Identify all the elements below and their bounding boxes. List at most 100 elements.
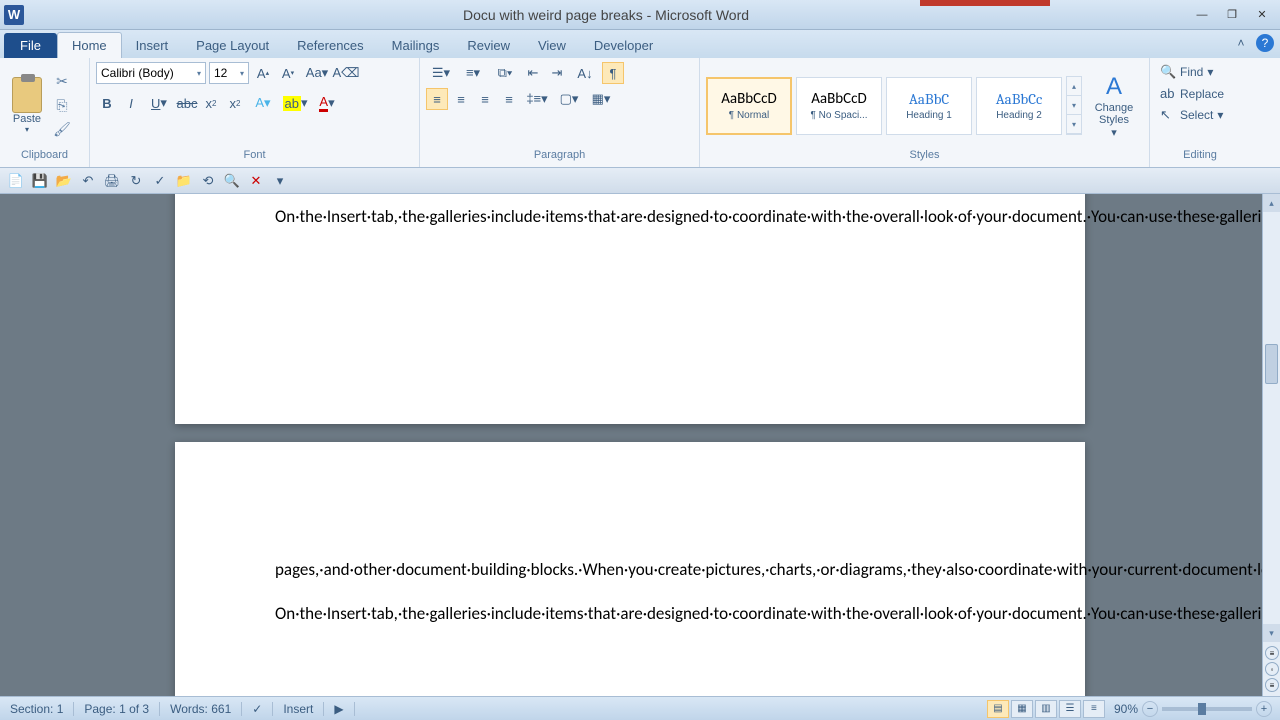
font-color-button[interactable]: A▾ <box>312 92 342 114</box>
word-count-status[interactable]: Words: 661 <box>160 702 242 716</box>
undo-button[interactable]: ↶ <box>78 171 98 191</box>
justify-button[interactable]: ≡ <box>498 88 520 110</box>
shrink-font-button[interactable]: A▾ <box>277 62 299 84</box>
align-left-button[interactable]: ≡ <box>426 88 448 110</box>
tab-review[interactable]: Review <box>453 33 524 58</box>
outline-view[interactable]: ☰ <box>1059 700 1081 718</box>
save-button[interactable]: 💾 <box>30 171 50 191</box>
line-spacing-button[interactable]: ‡≡▾ <box>522 88 552 110</box>
strikethrough-button[interactable]: abc <box>176 92 198 114</box>
minimize-ribbon-icon[interactable]: ˄ <box>1232 34 1250 52</box>
macro-status[interactable]: ▶ <box>324 702 354 716</box>
paragraph-text[interactable]: On·the·Insert·tab,·the·galleries·include… <box>275 204 985 230</box>
scroll-down-button[interactable]: ▾ <box>1263 624 1280 642</box>
style-scroll-up[interactable]: ▴ <box>1067 77 1081 96</box>
next-page-nav[interactable]: ≡ <box>1265 678 1279 692</box>
refresh-button[interactable]: ⟲ <box>198 171 218 191</box>
borders-button[interactable]: ▦▾ <box>586 88 616 110</box>
find-qat-button[interactable]: 🔍 <box>222 171 242 191</box>
full-screen-view[interactable]: ▦ <box>1011 700 1033 718</box>
multilevel-button[interactable]: ⧉▾ <box>490 62 520 84</box>
page-1[interactable]: On·the·Insert·tab,·the·galleries·include… <box>175 194 1085 424</box>
tab-view[interactable]: View <box>524 33 580 58</box>
replace-button[interactable]: abReplace <box>1156 84 1244 103</box>
bullets-button[interactable]: ☰▾ <box>426 62 456 84</box>
open-button[interactable]: 📂 <box>54 171 74 191</box>
prev-page-nav[interactable]: ≡ <box>1265 646 1279 660</box>
insert-mode-status[interactable]: Insert <box>273 702 324 716</box>
clear-format-button[interactable]: A⌫ <box>335 62 357 84</box>
style-heading-1[interactable]: AaBbC Heading 1 <box>886 77 972 135</box>
paragraph-text[interactable]: On·the·Insert·tab,·the·galleries·include… <box>275 601 985 627</box>
minimize-button[interactable]: — <box>1188 6 1216 24</box>
word-app-icon[interactable]: W <box>4 5 24 25</box>
page-2[interactable]: pages,·and·other·document·building·block… <box>175 442 1085 696</box>
browse-object-nav[interactable]: ◦ <box>1265 662 1279 676</box>
draft-view[interactable]: ≡ <box>1083 700 1105 718</box>
paragraph-text[interactable]: pages,·and·other·document·building·block… <box>275 557 985 583</box>
font-name-combo[interactable]: Calibri (Body)▾ <box>96 62 206 84</box>
style-normal[interactable]: AaBbCcD ¶ Normal <box>706 77 792 135</box>
zoom-out-button[interactable]: − <box>1142 701 1158 717</box>
print-preview-button[interactable]: 🖨 <box>102 171 122 191</box>
restore-button[interactable]: ❐ <box>1218 6 1246 24</box>
spellcheck-button[interactable]: ✓ <box>150 171 170 191</box>
page-status[interactable]: Page: 1 of 3 <box>74 702 160 716</box>
subscript-button[interactable]: x2 <box>200 92 222 114</box>
underline-button[interactable]: U▾ <box>144 92 174 114</box>
section-status[interactable]: Section: 1 <box>0 702 74 716</box>
grow-font-button[interactable]: A▴ <box>252 62 274 84</box>
select-button[interactable]: ↖Select▾ <box>1156 105 1244 125</box>
qat-customize-button[interactable]: ▾ <box>270 171 290 191</box>
copy-button[interactable]: ⎘ <box>52 96 72 116</box>
numbering-button[interactable]: ≡▾ <box>458 62 488 84</box>
help-icon[interactable]: ? <box>1256 34 1274 52</box>
find-button[interactable]: 🔍Find▾ <box>1156 62 1244 82</box>
align-center-button[interactable]: ≡ <box>450 88 472 110</box>
tab-home[interactable]: Home <box>57 32 122 58</box>
style-no-spacing[interactable]: AaBbCcD ¶ No Spaci... <box>796 77 882 135</box>
tab-mailings[interactable]: Mailings <box>378 33 454 58</box>
scroll-up-button[interactable]: ▴ <box>1263 194 1280 212</box>
scrollbar-thumb[interactable] <box>1265 344 1278 384</box>
superscript-button[interactable]: x2 <box>224 92 246 114</box>
highlight-button[interactable]: ab▾ <box>280 92 310 114</box>
increase-indent-button[interactable]: ⇥ <box>546 62 568 84</box>
zoom-slider[interactable] <box>1162 707 1252 711</box>
zoom-value[interactable]: 90% <box>1114 702 1138 716</box>
print-layout-view[interactable]: ▤ <box>987 700 1009 718</box>
bold-button[interactable]: B <box>96 92 118 114</box>
tab-page-layout[interactable]: Page Layout <box>182 33 283 58</box>
style-scroll-down[interactable]: ▾ <box>1067 96 1081 115</box>
font-size-combo[interactable]: 12▾ <box>209 62 249 84</box>
tab-file[interactable]: File <box>4 33 57 58</box>
zoom-thumb[interactable] <box>1198 703 1206 715</box>
text-effects-button[interactable]: A▾ <box>248 92 278 114</box>
shading-button[interactable]: ▢▾ <box>554 88 584 110</box>
new-doc-button[interactable]: 📄 <box>6 171 26 191</box>
web-layout-view[interactable]: ▥ <box>1035 700 1057 718</box>
format-painter-button[interactable]: 🖌 <box>52 120 72 140</box>
decrease-indent-button[interactable]: ⇤ <box>522 62 544 84</box>
change-styles-button[interactable]: A Change Styles▾ <box>1086 72 1142 139</box>
redo-button[interactable]: ↻ <box>126 171 146 191</box>
cut-button[interactable]: ✂ <box>52 72 72 92</box>
tab-developer[interactable]: Developer <box>580 33 667 58</box>
close-qat-button[interactable]: ✕ <box>246 171 266 191</box>
change-case-button[interactable]: Aa▾ <box>302 62 332 84</box>
zoom-in-button[interactable]: + <box>1256 701 1272 717</box>
close-button[interactable]: ✕ <box>1248 6 1276 24</box>
vertical-scrollbar[interactable]: ▴ ▾ ≡ ◦ ≡ <box>1262 194 1280 696</box>
sort-button[interactable]: A↓ <box>570 62 600 84</box>
tab-insert[interactable]: Insert <box>122 33 183 58</box>
document-area[interactable]: On·the·Insert·tab,·the·galleries·include… <box>0 194 1280 696</box>
align-right-button[interactable]: ≡ <box>474 88 496 110</box>
tab-references[interactable]: References <box>283 33 377 58</box>
style-heading-2[interactable]: AaBbCc Heading 2 <box>976 77 1062 135</box>
proofing-status[interactable]: ✓ <box>242 702 273 716</box>
paste-button[interactable]: Paste ▾ <box>6 77 48 134</box>
folder-button[interactable]: 📁 <box>174 171 194 191</box>
italic-button[interactable]: I <box>120 92 142 114</box>
show-paragraph-button[interactable]: ¶ <box>602 62 624 84</box>
style-gallery-expand[interactable]: ▾ <box>1067 115 1081 134</box>
